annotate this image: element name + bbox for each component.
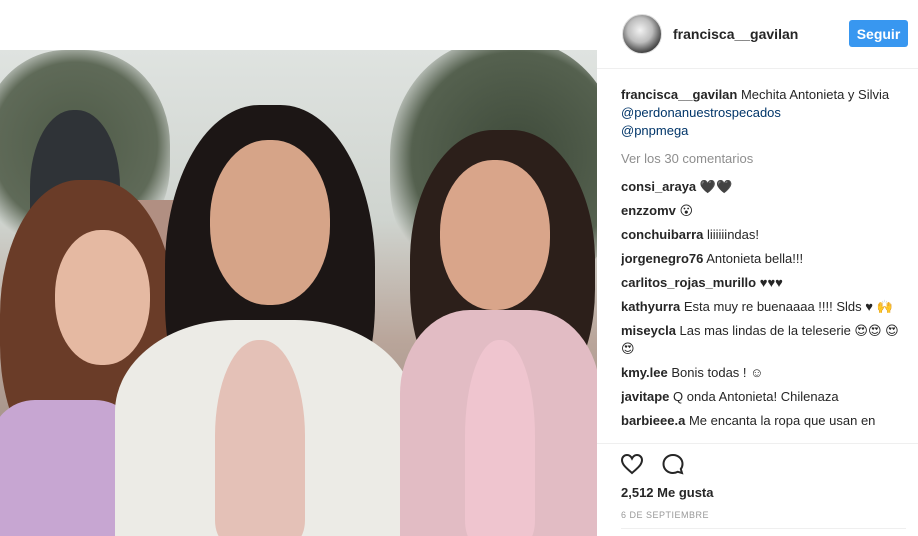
comment-username[interactable]: kmy.lee <box>621 365 668 380</box>
caption-username[interactable]: francisca__gavilan <box>621 87 737 102</box>
comment-username[interactable]: consi_araya <box>621 179 696 194</box>
view-all-comments-link[interactable]: Ver los 30 comentarios <box>621 150 906 168</box>
comment-text: 😮 <box>675 203 694 218</box>
comment-text: Me encanta la ropa que usan en <box>685 413 876 428</box>
comment-item: javitape Q onda Antonieta! Chilenaza <box>621 388 906 406</box>
comment-item: kmy.lee Bonis todas ! ☺ <box>621 364 906 382</box>
comment-username[interactable]: jorgenegro76 <box>621 251 703 266</box>
comment-item: miseycla Las mas lindas de la teleserie … <box>621 322 906 358</box>
right-woman-face <box>440 160 550 310</box>
comment-icon[interactable] <box>660 452 686 476</box>
comment-username[interactable]: carlitos_rojas_murillo <box>621 275 756 290</box>
post-photo[interactable] <box>0 50 597 536</box>
likes-count[interactable]: 2,512 Me gusta <box>621 485 714 500</box>
comment-text: 🖤🖤 <box>696 179 733 194</box>
comment-text: Antonieta bella!!! <box>703 251 804 266</box>
comment-username[interactable]: kathyurra <box>621 299 680 314</box>
comment-username[interactable]: miseycla <box>621 323 676 338</box>
comment-username[interactable]: conchuibarra <box>621 227 703 242</box>
comment-text: liiiiiindas! <box>703 227 759 242</box>
divider <box>621 528 906 529</box>
comment-item: carlitos_rojas_murillo ♥♥♥ <box>621 274 906 292</box>
comment-username[interactable]: enzzomv <box>621 203 676 218</box>
follow-button[interactable]: Seguir <box>849 20 908 47</box>
avatar[interactable] <box>622 14 662 54</box>
left-woman-face <box>55 230 150 365</box>
comment-username[interactable]: barbieee.a <box>621 413 685 428</box>
comment-item: jorgenegro76 Antonieta bella!!! <box>621 250 906 268</box>
comments-list[interactable]: francisca__gavilan Mechita Antonieta y S… <box>621 86 906 442</box>
caption-text: Mechita Antonieta y Silvia <box>737 87 890 102</box>
post-header: francisca__gavilan Seguir <box>597 0 918 69</box>
comment-text: ♥♥♥ <box>756 275 783 290</box>
post-actions <box>597 443 918 484</box>
comment-item: consi_araya 🖤🖤 <box>621 178 906 196</box>
header-username[interactable]: francisca__gavilan <box>673 26 798 42</box>
comment-text: Q onda Antonieta! Chilenaza <box>669 389 839 404</box>
comment-item: barbieee.a Me encanta la ropa que usan e… <box>621 412 906 430</box>
comment-item: kathyurra Esta muy re buenaaaa !!!! Slds… <box>621 298 906 316</box>
heart-icon[interactable] <box>619 452 645 476</box>
post-caption: francisca__gavilan Mechita Antonieta y S… <box>621 86 906 140</box>
caption-mention[interactable]: @pnpmega <box>621 123 688 138</box>
comment-text: Esta muy re buenaaaa !!!! Slds ♥ 🙌 <box>680 299 893 314</box>
post-date[interactable]: 6 DE SEPTIEMBRE <box>621 510 709 520</box>
middle-woman-dress <box>215 340 305 536</box>
comment-item: conchuibarra liiiiiindas! <box>621 226 906 244</box>
comment-text: Bonis todas ! ☺ <box>667 365 764 380</box>
caption-mention[interactable]: @perdonanuestrospecados <box>621 105 781 120</box>
right-woman-dress <box>465 340 535 536</box>
post-sidebar: francisca__gavilan Seguir francisca__gav… <box>597 0 918 536</box>
comment-item: enzzomv 😮 <box>621 202 906 220</box>
comment-username[interactable]: javitape <box>621 389 669 404</box>
middle-woman-face <box>210 140 330 305</box>
